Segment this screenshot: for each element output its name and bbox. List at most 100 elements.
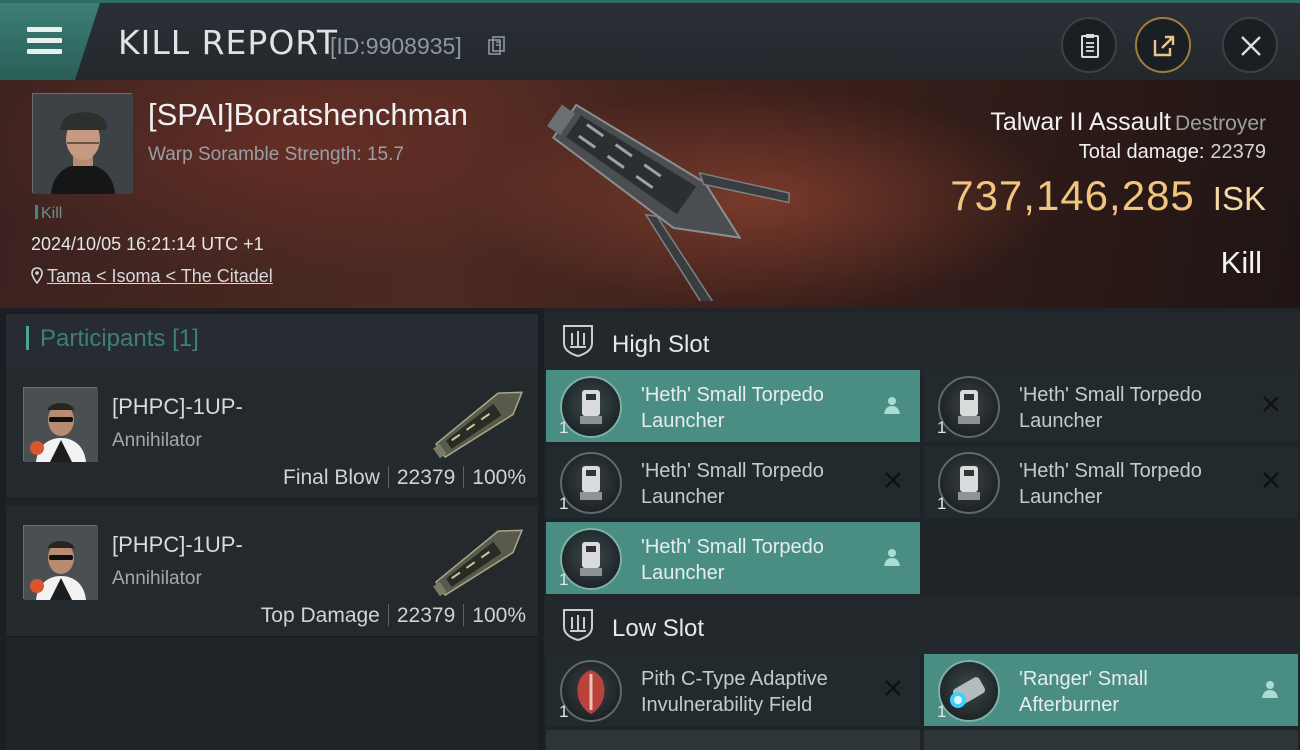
participant-damage: 22379 xyxy=(396,604,456,627)
module-item[interactable]: 1 'Heth' Small Torpedo Launcher xyxy=(546,446,920,518)
torpedo-launcher-icon xyxy=(560,452,622,514)
destroyed-x-icon xyxy=(1263,472,1279,488)
kill-tag-label: Kill xyxy=(41,205,63,222)
low-slot-title: Low Slot xyxy=(612,615,705,642)
page-title: KILL REPORT xyxy=(118,23,338,62)
destroyed-x-icon xyxy=(1263,396,1279,412)
isk-value-line: 737,146,285 ISK xyxy=(950,172,1266,220)
module-name: 'Heth' Small Torpedo Launcher xyxy=(641,460,824,508)
low-slot-header: Low Slot xyxy=(544,596,1300,654)
participant-name[interactable]: [PHPC]-1UP- xyxy=(112,532,243,558)
victim-panel: [SPAI]Boratshenchman Warp Soramble Stren… xyxy=(0,80,1300,308)
close-button[interactable] xyxy=(1222,17,1278,73)
person-icon xyxy=(884,397,900,414)
stat-divider xyxy=(463,604,465,626)
location-pin-icon xyxy=(31,267,43,285)
participants-header: Participants [1] xyxy=(6,314,538,368)
location-link[interactable]: Tama < Isoma < The Citadel xyxy=(47,266,273,286)
module-item[interactable]: 1 'Heth' Small Torpedo Launcher xyxy=(546,522,920,594)
participant-stats: Top Damage 22379 100% xyxy=(261,604,526,628)
module-name: Pith C-Type Adaptive Invulnerability Fie… xyxy=(641,668,828,716)
menu-button[interactable] xyxy=(0,3,100,80)
ship-class: Destroyer xyxy=(1174,112,1266,135)
participant-row[interactable]: [PHPC]-1UP- Annihilator Final Blow 22379 1… xyxy=(6,368,538,500)
module-name: 'Heth' Small Torpedo Launcher xyxy=(641,536,824,584)
destroyed-x-icon xyxy=(885,472,901,488)
torpedo-launcher-icon xyxy=(938,452,1000,514)
torpedo-launcher-icon xyxy=(560,528,622,590)
clipboard-icon xyxy=(1081,34,1099,58)
share-button[interactable] xyxy=(1135,17,1191,73)
ship-title: Talwar II Assault Destroyer xyxy=(990,108,1266,137)
module-quantity: 1 xyxy=(937,494,947,513)
person-icon xyxy=(1262,681,1278,698)
invulnerability-field-icon xyxy=(560,660,622,722)
module-item-partial[interactable] xyxy=(546,730,920,750)
module-quantity: 1 xyxy=(559,418,569,437)
pilot-avatar xyxy=(24,388,98,462)
total-damage: Total damage: 22379 xyxy=(1079,141,1266,164)
close-icon xyxy=(1241,36,1261,56)
copy-icon[interactable] xyxy=(488,36,506,56)
participant-ship-image xyxy=(433,529,524,597)
high-slot-title: High Slot xyxy=(612,331,710,358)
stat-divider xyxy=(463,466,465,488)
participant-row[interactable]: [PHPC]-1UP- Annihilator Top Damage 22379 1… xyxy=(6,506,538,638)
module-item[interactable]: 1 'Heth' Small Torpedo Launcher xyxy=(924,446,1298,518)
clipboard-button[interactable] xyxy=(1061,17,1117,73)
participant-ship: Annihilator xyxy=(112,568,202,589)
participant-ship: Annihilator xyxy=(112,430,202,451)
module-quantity: 1 xyxy=(559,494,569,513)
isk-value: 737,146,285 xyxy=(950,172,1195,219)
module-item-partial[interactable] xyxy=(924,730,1298,750)
isk-unit: ISK xyxy=(1212,180,1266,217)
high-slot-header: High Slot xyxy=(544,312,1300,370)
module-name: 'Ranger' Small Afterburner xyxy=(1019,668,1148,716)
report-id: [ID:9908935] xyxy=(330,33,462,59)
kill-tag-marker xyxy=(35,205,38,219)
module-item[interactable]: 1 'Heth' Small Torpedo Launcher xyxy=(546,370,920,442)
low-slot-icon xyxy=(563,609,593,641)
module-name: 'Heth' Small Torpedo Launcher xyxy=(1019,384,1202,432)
module-quantity: 1 xyxy=(937,702,947,721)
kill-location[interactable]: Tama < Isoma < The Citadel xyxy=(31,266,273,287)
destroyed-x-icon xyxy=(885,680,901,696)
participant-damage: 22379 xyxy=(396,466,456,489)
participant-avatar[interactable] xyxy=(23,387,98,462)
torpedo-launcher-icon xyxy=(938,376,1000,438)
participants-accent xyxy=(26,326,29,350)
warp-scramble-strength: Warp Soramble Strength: 15.7 xyxy=(148,144,404,165)
pilot-avatar xyxy=(24,526,98,600)
module-quantity: 1 xyxy=(559,570,569,589)
kill-datetime: 2024/10/05 16:21:14 UTC +1 xyxy=(31,234,264,254)
victim-portrait[interactable] xyxy=(32,93,133,194)
participant-role: Top Damage xyxy=(260,604,380,627)
participants-title-text: Participants xyxy=(40,325,166,352)
torpedo-launcher-icon xyxy=(560,376,622,438)
stat-divider xyxy=(387,466,389,488)
ship-name[interactable]: Talwar II Assault xyxy=(990,108,1171,136)
participants-count: [1] xyxy=(172,325,199,352)
header-bar: KILL REPORT [ID:9908935] xyxy=(0,0,1300,80)
pilot-avatar xyxy=(33,94,133,194)
module-item[interactable]: 1 'Heth' Small Torpedo Launcher xyxy=(924,370,1298,442)
participants-panel: Participants [1] [PHPC]-1UP- Annihilator xyxy=(6,314,538,750)
fitting-panel: High Slot 1 'Heth' Small Torpedo Launche… xyxy=(544,308,1300,750)
participant-percent: 100% xyxy=(472,466,526,489)
victim-name[interactable]: [SPAI]Boratshenchman xyxy=(148,97,468,133)
participants-title: Participants [1] xyxy=(40,325,199,353)
participant-role: Final Blow xyxy=(283,466,380,489)
participant-ship-image xyxy=(433,391,524,459)
module-item[interactable]: 1 Pith C-Type Adaptive Invulnerability F… xyxy=(546,654,920,726)
person-icon xyxy=(884,549,900,566)
module-name: 'Heth' Small Torpedo Launcher xyxy=(641,384,824,432)
total-damage-value: 22379 xyxy=(1210,141,1266,163)
total-damage-label: Total damage: xyxy=(1078,141,1205,163)
participant-name[interactable]: [PHPC]-1UP- xyxy=(112,394,243,420)
share-icon xyxy=(1153,35,1175,57)
module-item[interactable]: 1 'Ranger' Small Afterburner xyxy=(924,654,1298,726)
victim-ship-image[interactable] xyxy=(520,86,790,301)
participant-percent: 100% xyxy=(472,604,526,627)
participant-avatar[interactable] xyxy=(23,525,98,600)
module-quantity: 1 xyxy=(559,702,569,721)
